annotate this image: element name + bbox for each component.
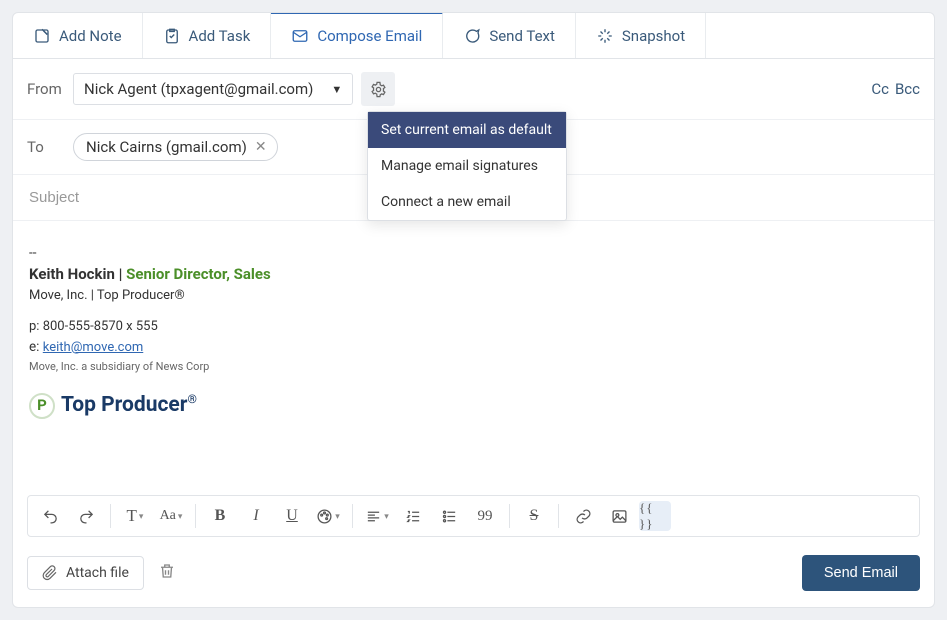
cc-link[interactable]: Cc xyxy=(871,80,889,98)
email-settings-button[interactable] xyxy=(361,72,395,106)
chevron-down-icon: ▾ xyxy=(139,511,144,522)
task-icon xyxy=(163,27,181,45)
bullet-list-button[interactable] xyxy=(433,501,465,531)
phone-label: p: xyxy=(29,319,43,334)
attach-label: Attach file xyxy=(66,565,129,581)
email-icon xyxy=(291,27,309,45)
recipient-chip[interactable]: Nick Cairns (gmail.com) ✕ xyxy=(73,133,278,161)
tab-label: Send Text xyxy=(489,27,555,45)
top-producer-logo: P Top Producer® xyxy=(29,390,918,422)
align-button[interactable]: ▾ xyxy=(361,501,393,531)
menu-manage-signatures[interactable]: Manage email signatures xyxy=(368,148,566,184)
editor-toolbar: T▾ Aa▾ B I U ▾ ▾ 99 S {{ }} xyxy=(27,495,920,537)
signature-block: -- Keith Hockin | Senior Director, Sales… xyxy=(29,243,918,421)
tab-send-text[interactable]: Send Text xyxy=(443,13,576,58)
send-email-button[interactable]: Send Email xyxy=(802,555,920,591)
italic-button[interactable]: I xyxy=(240,501,272,531)
merge-fields-button[interactable]: {{ }} xyxy=(639,501,671,531)
menu-set-default[interactable]: Set current email as default xyxy=(368,112,566,148)
note-icon xyxy=(33,27,51,45)
insert-image-button[interactable] xyxy=(603,501,635,531)
to-label: To xyxy=(27,138,73,156)
tab-compose-email[interactable]: Compose Email xyxy=(271,12,443,58)
trash-icon xyxy=(158,562,176,580)
recipient-name: Nick Cairns (gmail.com) xyxy=(86,138,247,156)
tab-add-task[interactable]: Add Task xyxy=(143,13,272,58)
undo-icon xyxy=(42,508,59,525)
gear-icon xyxy=(370,81,387,98)
chevron-down-icon: ▼ xyxy=(331,83,342,96)
bold-button[interactable]: B xyxy=(204,501,236,531)
tab-label: Add Task xyxy=(189,27,251,45)
chevron-down-icon: ▾ xyxy=(178,511,183,522)
text-color-button[interactable]: ▾ xyxy=(312,501,344,531)
remove-recipient-icon[interactable]: ✕ xyxy=(255,139,267,155)
menu-connect-email[interactable]: Connect a new email xyxy=(368,184,566,220)
align-left-icon xyxy=(365,508,382,525)
undo-button[interactable] xyxy=(34,501,66,531)
strikethrough-button[interactable]: S xyxy=(518,501,550,531)
logo-text: Top Producer xyxy=(61,393,187,417)
chevron-down-icon: ▾ xyxy=(384,511,389,522)
palette-icon xyxy=(316,508,333,525)
tab-label: Add Note xyxy=(59,27,122,45)
signature-email[interactable]: keith@move.com xyxy=(43,340,143,355)
ordered-list-icon xyxy=(405,508,422,525)
email-body[interactable]: -- Keith Hockin | Senior Director, Sales… xyxy=(13,221,934,495)
signature-company: Move, Inc. | Top Producer® xyxy=(29,286,918,306)
tab-label: Snapshot xyxy=(622,27,685,45)
unordered-list-icon xyxy=(441,508,458,525)
signature-name: Keith Hockin xyxy=(29,265,115,283)
attach-file-button[interactable]: Attach file xyxy=(27,556,144,590)
numbered-list-button[interactable] xyxy=(397,501,429,531)
cc-bcc-toggle[interactable]: Cc Bcc xyxy=(871,80,920,98)
tab-snapshot[interactable]: Snapshot xyxy=(576,13,706,58)
signature-phone: 800-555-8570 x 555 xyxy=(43,319,158,334)
font-family-button[interactable]: Aa▾ xyxy=(155,501,187,531)
redo-icon xyxy=(78,508,95,525)
logo-reg: ® xyxy=(187,392,196,406)
email-settings-menu: Set current email as default Manage emai… xyxy=(367,111,567,221)
insert-link-button[interactable] xyxy=(567,501,599,531)
underline-button[interactable]: U xyxy=(276,501,308,531)
link-icon xyxy=(575,508,592,525)
from-row: From Nick Agent (tpxagent@gmail.com) ▼ C… xyxy=(13,59,934,120)
from-value: Nick Agent (tpxagent@gmail.com) xyxy=(84,80,313,98)
redo-button[interactable] xyxy=(70,501,102,531)
signature-pipe: | xyxy=(115,265,126,283)
bcc-link[interactable]: Bcc xyxy=(895,80,920,98)
logo-mark-icon: P xyxy=(29,393,55,419)
from-select[interactable]: Nick Agent (tpxagent@gmail.com) ▼ xyxy=(73,73,353,105)
email-label: e: xyxy=(29,339,43,355)
compose-panel: Add Note Add Task Compose Email Send Tex… xyxy=(12,12,935,608)
action-tabs: Add Note Add Task Compose Email Send Tex… xyxy=(13,13,934,59)
chat-icon xyxy=(463,27,481,45)
snapshot-icon xyxy=(596,27,614,45)
tab-add-note[interactable]: Add Note xyxy=(13,13,143,58)
blockquote-button[interactable]: 99 xyxy=(469,501,501,531)
signature-separator: -- xyxy=(29,243,918,263)
compose-footer: Attach file Send Email xyxy=(13,555,934,607)
font-size-button[interactable]: T▾ xyxy=(119,501,151,531)
from-label: From xyxy=(27,80,73,98)
image-icon xyxy=(611,508,628,525)
paperclip-icon xyxy=(42,565,58,581)
signature-disclaimer: Move, Inc. a subsidiary of News Corp xyxy=(29,359,918,376)
discard-button[interactable] xyxy=(158,562,176,584)
tab-label: Compose Email xyxy=(317,27,422,45)
chevron-down-icon: ▾ xyxy=(335,511,340,522)
signature-title: Senior Director, Sales xyxy=(126,265,271,283)
